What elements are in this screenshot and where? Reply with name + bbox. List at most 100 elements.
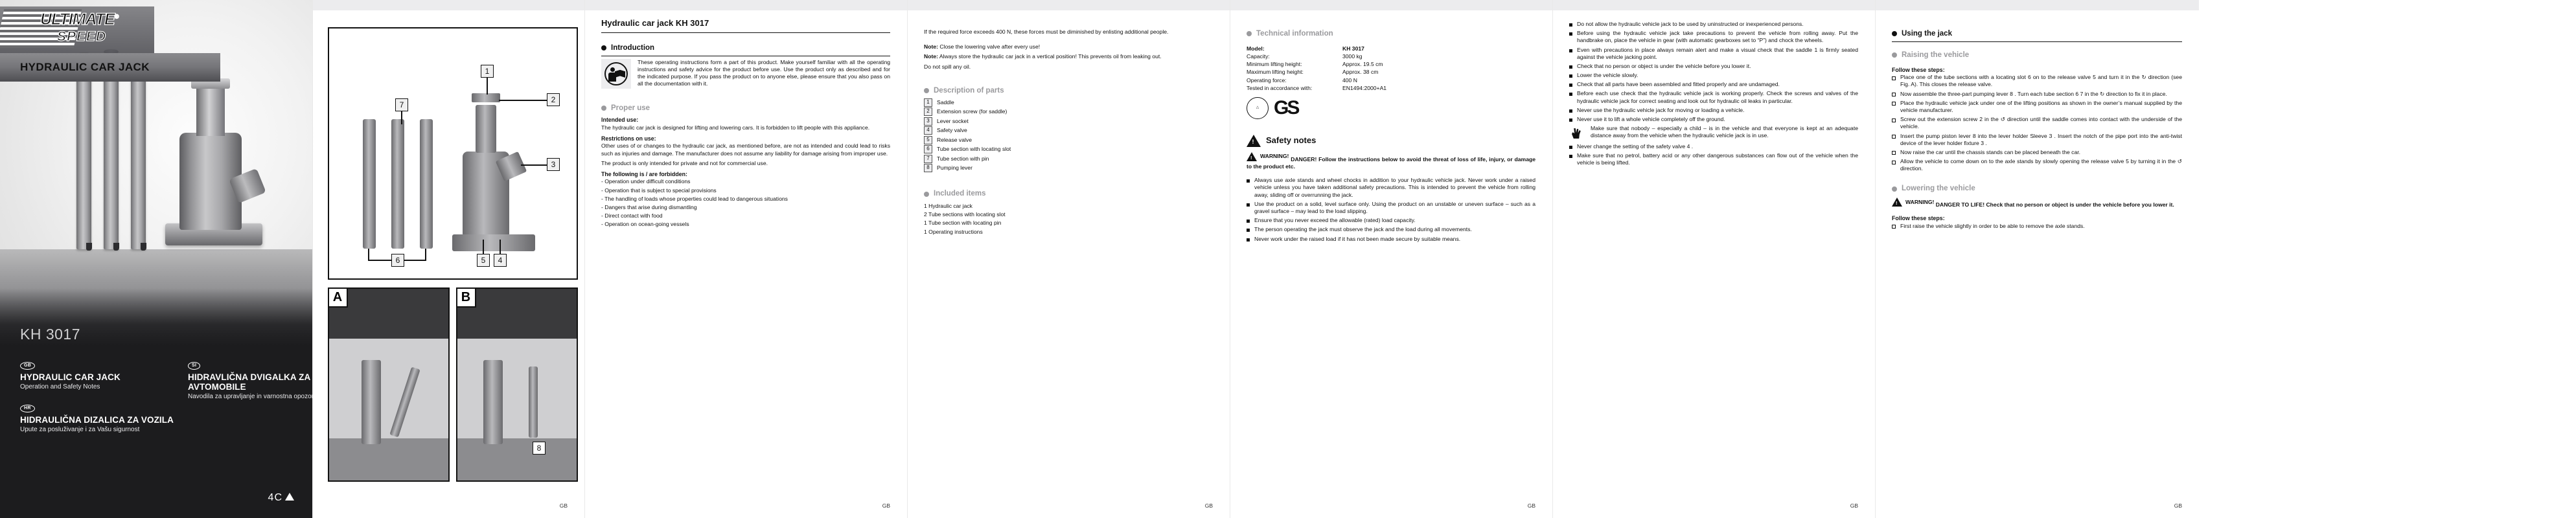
list-item: 1 Operating instructions [924, 228, 983, 235]
step-text: Allow the vehicle to come down on to the… [1900, 158, 2182, 172]
photo-label-b: B [457, 289, 476, 308]
parts-list-item: 5 Release valve [924, 135, 1213, 144]
parts-list-item: 3 Lever socket [924, 117, 1213, 126]
list-item: - Operation under difficult conditions [601, 178, 691, 185]
square-outline-bullet-icon [1892, 135, 1896, 139]
square-bullet-icon [1569, 155, 1572, 159]
heading-included-items: Included items [924, 189, 1213, 199]
list-item: Even with precautions in place always re… [1569, 47, 1858, 61]
cover-lang-si: SI HIDRAVLIČNA DVIGALKA ZA AVTOMOBILE Na… [188, 358, 312, 401]
square-bullet-icon [1569, 49, 1572, 52]
heading-description-of-parts: Description of parts [924, 86, 1213, 96]
warning-badge: WARNING! [1247, 152, 1289, 161]
callout-line-7 [401, 111, 402, 124]
brand-name-line2: SPEED [56, 28, 107, 44]
part-number-box: 6 [924, 145, 932, 154]
forbidden-label: The following is / are forbidden: [601, 170, 687, 177]
bullet-text: Use the product on a solid, level surfac… [1254, 200, 1535, 214]
note-1-label: Note: [924, 43, 938, 51]
callout-line-1 [487, 78, 488, 95]
bullet-text: Never use the hydraulic vehicle jack for… [1577, 106, 1745, 113]
list-item: Never use it to lift a whole vehicle com… [1569, 116, 1858, 123]
part-number-box: 2 [924, 107, 932, 117]
square-bullet-icon [1569, 146, 1572, 150]
exploded-parts-figure: 1 2 3 7 6 5 4 [328, 27, 578, 280]
part-label: Release valve [937, 136, 972, 143]
spec-key: Maximum lifting height: [1247, 69, 1304, 76]
square-bullet-icon [1247, 220, 1250, 223]
square-outline-bullet-icon [1892, 76, 1896, 80]
country-badge-gb: GB [20, 361, 36, 370]
bullet-text: Ensure that you never exceed the allowab… [1254, 217, 1416, 224]
bullet-dot-icon [1247, 31, 1252, 37]
list-item: - The handling of loads whose properties… [601, 195, 788, 202]
heading-raising-the-vehicle: Raising the vehicle [1892, 51, 2182, 60]
safety-bullets: Always use axle stands and wheel chocks … [1247, 177, 1535, 242]
usage-photo-a: A [328, 287, 450, 482]
introduction-body: These operating instructions form a part… [601, 58, 890, 91]
figure-ram [476, 105, 496, 153]
parts-list-item: 6 Tube section with locating slot [924, 145, 1213, 154]
figure-tube-right [420, 119, 433, 249]
bullet-text: Lower the vehicle slowly. [1577, 72, 1639, 79]
bullet-text: Before using the hydraulic vehicle jack … [1577, 30, 1858, 44]
callout-3: 3 [547, 158, 560, 171]
part-number-box: 3 [924, 117, 932, 126]
list-item: Make sure that nobody – especially a chi… [1569, 125, 1858, 141]
square-bullet-icon [1247, 203, 1250, 207]
square-bullet-icon [1569, 65, 1572, 69]
page-footer-4: GB [1850, 502, 1858, 509]
bullet-text: Check that no person or object is under … [1577, 62, 1751, 69]
note-2-text: Always store the hydraulic car jack in a… [939, 53, 1162, 60]
list-item: - Direct contact with food [601, 212, 663, 220]
bullet-dot-icon [1892, 52, 1897, 58]
callout-7: 7 [395, 98, 408, 111]
bullet-text: Always use axle stands and wheel chocks … [1254, 177, 1535, 198]
square-bullet-icon [1569, 32, 1572, 36]
callout-1: 1 [481, 65, 494, 78]
heading-technical-information-label: Technical information [1256, 30, 1333, 38]
certification-marks: △ GS [1247, 96, 1535, 119]
bullet-dot-icon [924, 191, 929, 197]
spec-row: Model: KH 3017 [1247, 45, 1535, 52]
panel-top-band [1875, 0, 2199, 10]
bullet-text: Never change the setting of the safety v… [1577, 143, 1694, 150]
square-outline-bullet-icon [1892, 118, 1896, 122]
figure-base [452, 234, 535, 251]
spec-row: Tested in accordance with: EN1494:2000+A1 [1247, 85, 1535, 92]
list-item: Place the hydraulic vehicle jack under o… [1892, 100, 2182, 114]
figure-tube-middle [391, 119, 404, 249]
step-text: Now raise the car until the chassis stan… [1900, 148, 2081, 155]
heading-description-of-parts-label: Description of parts [934, 86, 1004, 95]
panel-top-band [312, 0, 584, 10]
list-item: Ensure that you never exceed the allowab… [1247, 217, 1535, 224]
diagram-panel: 1 2 3 7 6 5 4 A B 8 GB [312, 0, 584, 518]
cover-lang-hr: HR HIDRAULIČNA DIZALICA ZA VOZILA Upute … [20, 401, 214, 434]
heading-introduction: Introduction [601, 43, 890, 56]
square-bullet-icon [1247, 238, 1250, 242]
spec-value: KH 3017 [1342, 45, 1364, 52]
spec-value: 3000 kg [1342, 53, 1363, 60]
spec-row: Minimum lifting height: Approx. 19.5 cm [1247, 61, 1535, 68]
heading-using-the-jack: Using the jack [1892, 29, 2182, 42]
heading-included-items-label: Included items [934, 190, 986, 198]
parts-list-item: 1 Saddle [924, 98, 1213, 107]
list-item: 2 Tube sections with locating slot [924, 211, 1006, 218]
cover-lang-hr-title: HIDRAULIČNA DIZALICA ZA VOZILA [20, 414, 174, 425]
step-text: Place one of the tube sections with a lo… [1900, 74, 2182, 88]
lower-steps-label: Follow these steps: [1892, 215, 1945, 222]
part-label: Tube section with pin [937, 155, 989, 162]
brand-name-line1: ULTIMATE [40, 10, 115, 28]
bullet-text: Never use it to lift a whole vehicle com… [1577, 115, 1725, 122]
print-mark-label: 4C [268, 492, 282, 503]
panel-top-band [584, 0, 907, 10]
square-bullet-icon [1569, 74, 1572, 78]
page-title: Hydraulic car jack KH 3017 [601, 18, 890, 33]
bullet-dot-icon [1892, 186, 1897, 192]
callout-4: 4 [494, 254, 507, 267]
callout-line-2 [499, 100, 547, 101]
page-footer-5: GB [2174, 502, 2182, 509]
list-item: Before using the hydraulic vehicle jack … [1569, 30, 1858, 44]
spec-row: Operating force: 400 N [1247, 77, 1535, 84]
heading-lowering-the-vehicle: Lowering the vehicle [1892, 184, 2182, 194]
